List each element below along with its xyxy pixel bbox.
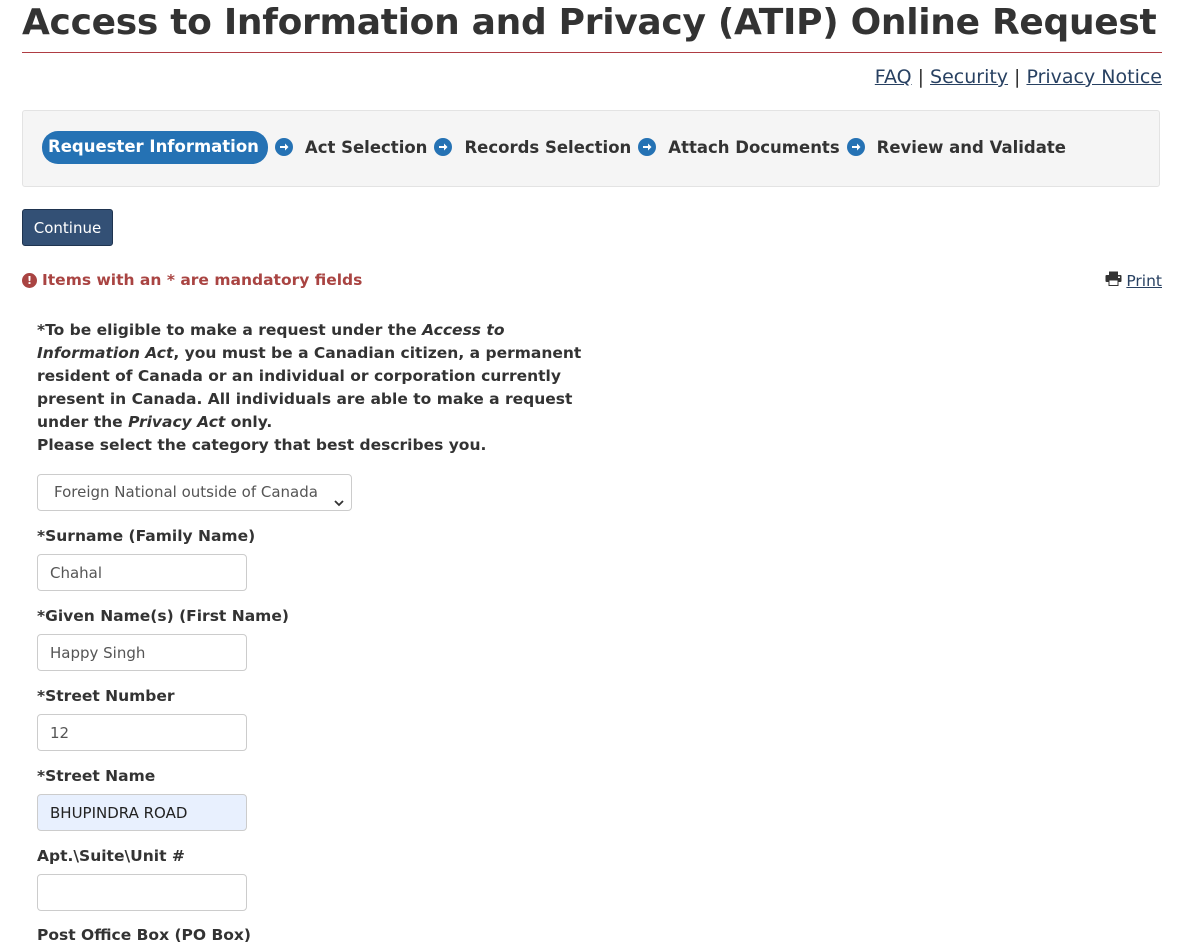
surname-label: *Surname (Family Name) xyxy=(37,527,256,545)
step-requester-information: Requester Information xyxy=(42,131,268,164)
circle-arrow-right-icon xyxy=(638,137,657,156)
link-separator: | xyxy=(1014,66,1021,88)
chevron-down-icon xyxy=(333,487,345,522)
progress-steps-panel: Requester Information Act Selection Reco… xyxy=(22,110,1160,187)
mandatory-notice-text: Items with an * are mandatory fields xyxy=(42,271,363,289)
street-number-label: *Street Number xyxy=(37,687,175,705)
atip-request-page: Access to Information and Privacy (ATIP)… xyxy=(0,0,1190,944)
eligibility-text: only. xyxy=(225,413,273,431)
top-links: FAQ | Security | Privacy Notice xyxy=(875,66,1162,88)
title-divider xyxy=(22,52,1162,53)
given-names-input[interactable] xyxy=(37,634,247,671)
step-attach-documents: Attach Documents xyxy=(668,137,840,157)
continue-button[interactable]: Continue xyxy=(22,209,113,246)
category-prompt: Please select the category that best des… xyxy=(37,436,487,454)
step-act-selection: Act Selection xyxy=(304,137,428,157)
page-title: Access to Information and Privacy (ATIP)… xyxy=(22,2,1157,43)
mandatory-fields-notice: ! Items with an * are mandatory fields xyxy=(22,271,362,289)
print-label: Print xyxy=(1126,271,1162,290)
eligibility-statement: *To be eligible to make a request under … xyxy=(37,319,585,457)
step-review-and-validate: Review and Validate xyxy=(876,137,1066,157)
link-separator: | xyxy=(917,66,925,88)
unit-label: Apt.\Suite\Unit # xyxy=(37,847,185,865)
security-link[interactable]: Security xyxy=(930,66,1008,88)
printer-icon xyxy=(1105,271,1122,290)
circle-arrow-right-icon xyxy=(434,137,453,156)
step-records-selection: Records Selection xyxy=(464,137,632,157)
progress-steps: Requester Information Act Selection Reco… xyxy=(42,131,1066,164)
requester-category-value: Foreign National outside of Canada xyxy=(54,483,318,501)
circle-arrow-right-icon xyxy=(274,137,293,156)
privacy-act-title: Privacy Act xyxy=(128,413,226,431)
print-link[interactable]: Print xyxy=(1105,271,1162,290)
circle-arrow-right-icon xyxy=(846,137,865,156)
street-name-label: *Street Name xyxy=(37,767,156,785)
faq-link[interactable]: FAQ xyxy=(875,66,912,88)
given-names-label: *Given Name(s) (First Name) xyxy=(37,607,289,625)
privacy-notice-link[interactable]: Privacy Notice xyxy=(1026,66,1162,88)
requester-category-select[interactable]: Foreign National outside of Canada xyxy=(37,474,352,511)
street-number-input[interactable] xyxy=(37,714,247,751)
surname-input[interactable] xyxy=(37,554,247,591)
eligibility-text: *To be eligible to make a request under … xyxy=(37,321,423,339)
unit-input[interactable] xyxy=(37,874,247,911)
street-name-input[interactable] xyxy=(37,794,247,831)
exclamation-circle-icon: ! xyxy=(22,272,37,288)
po-box-label: Post Office Box (PO Box) xyxy=(37,926,252,944)
